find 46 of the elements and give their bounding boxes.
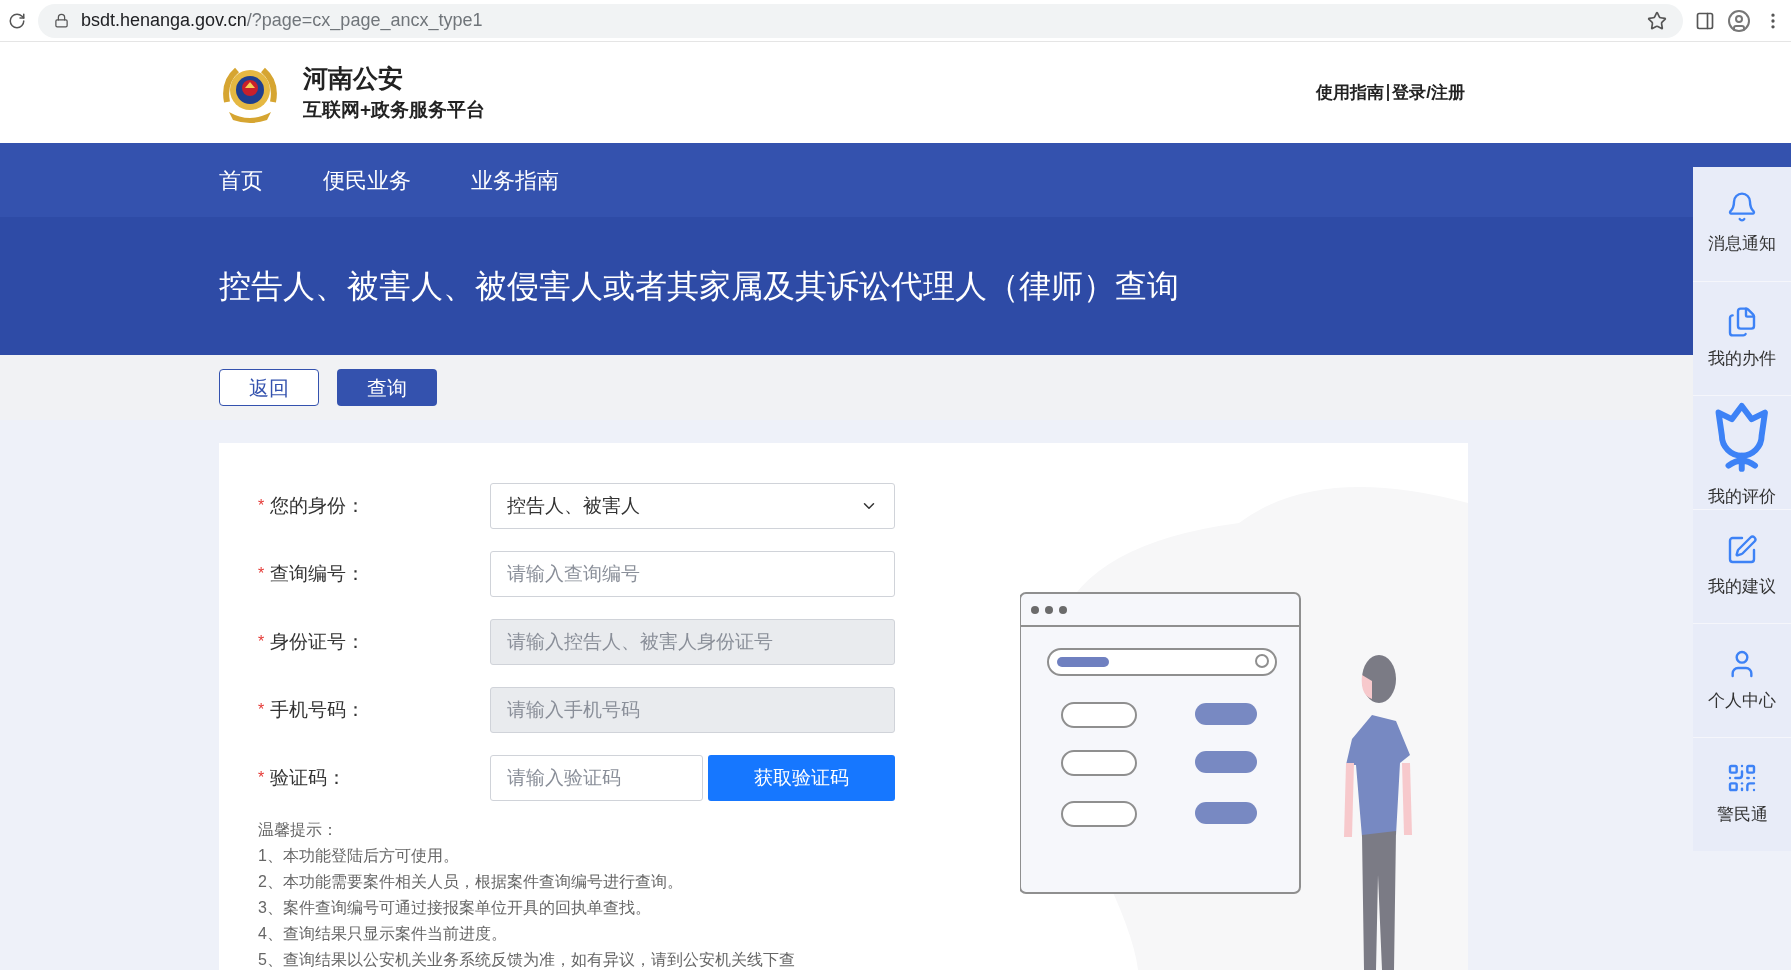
sidebar-item[interactable]: 我的评价 [1693, 395, 1791, 509]
field-label: 查询编号： [270, 561, 366, 586]
field-label: 身份证号： [270, 629, 366, 654]
sidebar-item[interactable]: 个人中心 [1693, 623, 1791, 737]
required-mark: * [258, 700, 265, 720]
profile-icon[interactable] [1727, 8, 1751, 33]
address-bar[interactable]: bsdt.henanga.gov.cn/?page=cx_page_ancx_type1 [38, 3, 1683, 38]
tip-text: 4、查询结果只显示案件当前进度。 [258, 924, 508, 944]
documents-icon [1726, 305, 1758, 338]
input-field[interactable]: 请输入查询编号 [490, 551, 895, 597]
header-link[interactable]: 使用指南 [1313, 84, 1388, 101]
nav-link[interactable]: 便民业务 [323, 163, 411, 197]
bell-icon [1726, 191, 1758, 224]
back-button[interactable]: 返回 [219, 369, 319, 406]
tip-text: 1、本功能登陆后方可使用。 [258, 846, 460, 866]
field-label: 手机号码： [270, 697, 366, 722]
tip-text: 2、本功能需要案件相关人员，根据案件查询编号进行查询。 [258, 872, 684, 892]
sidebar-item[interactable]: 警民通 [1693, 737, 1791, 851]
query-button[interactable]: 查询 [337, 369, 437, 406]
header-link[interactable]: 登录/注册 [1387, 84, 1468, 101]
edit-icon [1726, 533, 1758, 566]
bookmark-star-icon[interactable] [1647, 10, 1667, 31]
identity-select[interactable]: 控告人、被害人 [490, 483, 895, 529]
tip-text: 5、查询结果以公安机关业务系统反馈为准，如有异议，请到公安机关线下查 [258, 950, 796, 970]
lock-icon [54, 13, 69, 28]
site-subtitle: 互联网+政务服务平台 [303, 98, 486, 122]
site-title: 河南公安 [303, 63, 404, 94]
field-label: 您的身份： [270, 493, 366, 518]
required-mark: * [258, 768, 265, 788]
nav-link[interactable]: 业务指南 [471, 163, 559, 197]
side-panel-icon[interactable] [1695, 10, 1715, 31]
input-field[interactable]: 请输入验证码 [490, 755, 703, 801]
url-text: bsdt.henanga.gov.cn/?page=cx_page_ancx_type1 [81, 9, 483, 33]
required-mark: * [258, 564, 265, 584]
tips-title: 温馨提示： [258, 820, 339, 840]
sidebar-item[interactable]: 我的办件 [1693, 281, 1791, 395]
field-label: 验证码： [270, 765, 347, 790]
required-mark: * [258, 632, 265, 652]
tip-text: 3、案件查询编号可通过接报案单位开具的回执单查找。 [258, 898, 652, 918]
reload-icon[interactable] [8, 11, 26, 30]
sidebar-item[interactable]: 我的建议 [1693, 509, 1791, 623]
sidebar-item[interactable]: 消息通知 [1693, 167, 1791, 281]
get-code-button[interactable]: 获取验证码 [708, 755, 895, 801]
page-title: 控告人、被害人、被侵害人或者其家属及其诉讼代理人（律师）查询 [219, 267, 1179, 306]
required-mark: * [258, 496, 265, 516]
nav-link[interactable]: 首页 [219, 163, 263, 197]
